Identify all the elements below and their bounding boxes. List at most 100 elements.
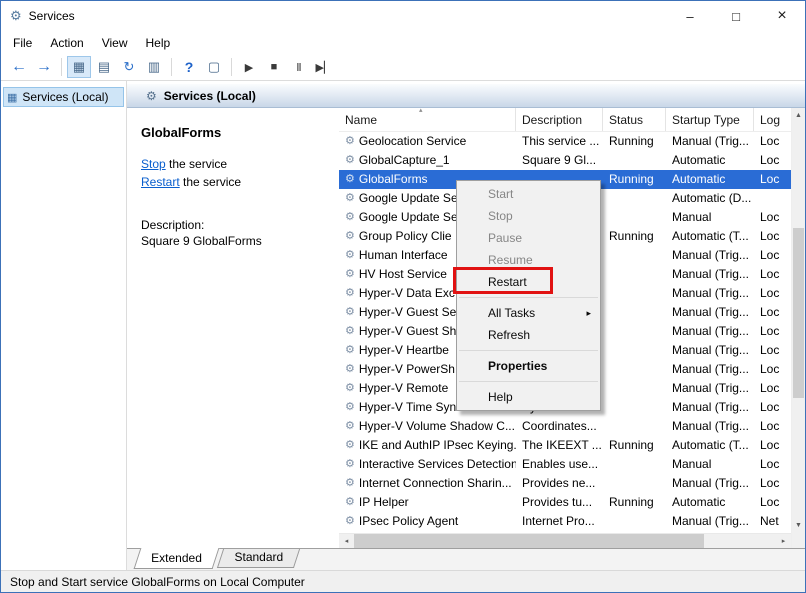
context-menu-item-refresh[interactable]: Refresh [457, 324, 600, 346]
tree-item-services-local[interactable]: ▦ Services (Local) [3, 87, 124, 107]
show-console-tree-button[interactable]: ▦ [67, 56, 91, 78]
stop-service-button[interactable]: ■ [262, 56, 286, 78]
tab-standard[interactable]: Standard [217, 549, 300, 568]
cell-startup-type: Automatic [666, 493, 754, 512]
context-menu-item-help[interactable]: Help [457, 386, 600, 408]
help-icon: ? [185, 59, 194, 75]
tab-extended[interactable]: Extended [134, 548, 220, 569]
table-row[interactable]: ⚙Geolocation ServiceThis service ...Runn… [339, 132, 791, 151]
cell-log-on-as: Loc [754, 341, 791, 360]
service-gear-icon: ⚙ [345, 170, 355, 189]
service-name-text: Hyper-V PowerSh [359, 360, 455, 379]
service-gear-icon: ⚙ [345, 512, 355, 531]
table-row[interactable]: ⚙GlobalCapture_1Square 9 Gl...AutomaticL… [339, 151, 791, 170]
service-gear-icon: ⚙ [345, 189, 355, 208]
column-header-description[interactable]: Description [516, 108, 603, 131]
horizontal-scrollbar[interactable]: ◂ ▸ [339, 533, 791, 548]
status-text: Stop and Start service GlobalForms on Lo… [10, 575, 305, 589]
refresh-button[interactable]: ↻ [117, 56, 141, 78]
restart-service-link[interactable]: Restart [141, 175, 180, 189]
service-name-text: Hyper-V Guest Sh [359, 322, 456, 341]
window-title: Services [29, 9, 75, 23]
close-button[interactable]: × [759, 1, 805, 31]
context-menu-item-properties[interactable]: Properties [457, 355, 600, 377]
vertical-scrollbar[interactable]: ▲ ▼ [791, 108, 805, 548]
cell-log-on-as: Loc [754, 170, 791, 189]
column-label: Name [345, 113, 377, 127]
cell-log-on-as: Loc [754, 493, 791, 512]
cell-status [603, 246, 666, 265]
cell-status [603, 151, 666, 170]
cell-startup-type: Manual [666, 455, 754, 474]
service-gear-icon: ⚙ [345, 322, 355, 341]
cell-startup-type: Manual (Trig... [666, 303, 754, 322]
context-menu-item-restart[interactable]: Restart [457, 271, 600, 293]
services-app-icon: ⚙ [10, 8, 22, 24]
table-row[interactable]: ⚙Hyper-V Volume Shadow C...Coordinates..… [339, 417, 791, 436]
start-service-button[interactable]: ▶ [237, 56, 261, 78]
scroll-left-icon[interactable]: ◂ [339, 534, 354, 548]
context-menu-separator [459, 381, 598, 382]
extended-view-pane: GlobalForms Stop the service Restart the… [127, 108, 339, 548]
table-row[interactable]: ⚙Interactive Services DetectionEnables u… [339, 455, 791, 474]
cell-log-on-as: Loc [754, 455, 791, 474]
service-gear-icon: ⚙ [345, 151, 355, 170]
service-gear-icon: ⚙ [345, 132, 355, 151]
cell-description: The IKEEXT ... [516, 436, 603, 455]
submenu-arrow-icon: ▸ [586, 302, 591, 324]
table-row[interactable]: ⚙IKE and AuthIP IPsec Keying...The IKEEX… [339, 436, 791, 455]
menu-action[interactable]: Action [41, 33, 92, 53]
menu-view[interactable]: View [93, 33, 137, 53]
context-menu-label: All Tasks [488, 306, 535, 320]
console-window-button[interactable]: ▢ [202, 56, 226, 78]
scroll-up-icon[interactable]: ▲ [792, 108, 805, 123]
table-row[interactable]: ⚙IP HelperProvides tu...RunningAutomatic… [339, 493, 791, 512]
service-name-text: GlobalForms [359, 170, 428, 189]
column-header-log-on-as[interactable]: Log [754, 108, 791, 131]
column-header-status[interactable]: Status [603, 108, 666, 131]
cell-log-on-as: Loc [754, 151, 791, 170]
cell-name: ⚙IPsec Policy Agent [339, 512, 516, 531]
horizontal-scroll-track[interactable] [704, 534, 776, 548]
pause-service-button[interactable]: Ⅱ [287, 56, 311, 78]
cell-startup-type: Manual [666, 208, 754, 227]
service-gear-icon: ⚙ [345, 227, 355, 246]
scroll-right-icon[interactable]: ▸ [776, 534, 791, 548]
help-button[interactable]: ? [177, 56, 201, 78]
cell-name: ⚙Internet Connection Sharin... [339, 474, 516, 493]
table-row[interactable]: ⚙IPsec Policy AgentInternet Pro...Manual… [339, 512, 791, 531]
vertical-scroll-thumb[interactable] [793, 228, 804, 398]
back-button[interactable]: ← [7, 56, 31, 78]
cell-status [603, 284, 666, 303]
menu-help[interactable]: Help [137, 33, 180, 53]
service-name-text: GlobalCapture_1 [359, 151, 450, 170]
column-header-startup-type[interactable]: Startup Type [666, 108, 754, 131]
stop-service-link[interactable]: Stop [141, 157, 166, 171]
context-menu-item-start: Start [457, 183, 600, 205]
service-gear-icon: ⚙ [345, 265, 355, 284]
maximize-button[interactable]: □ [713, 1, 759, 31]
stop-service-icon: ■ [271, 61, 278, 73]
restart-service-button[interactable]: ▶▏ [312, 56, 336, 78]
cell-log-on-as: Loc [754, 379, 791, 398]
cell-name: ⚙Interactive Services Detection [339, 455, 516, 474]
forward-icon: → [36, 58, 52, 76]
column-header-name[interactable]: Name ▴ [339, 108, 516, 131]
properties-button[interactable]: ▤ [92, 56, 116, 78]
service-gear-icon: ⚙ [345, 455, 355, 474]
horizontal-scroll-thumb[interactable] [354, 534, 704, 548]
scroll-down-icon[interactable]: ▼ [792, 518, 805, 533]
cell-status [603, 341, 666, 360]
cell-status [603, 474, 666, 493]
context-menu-item-all-tasks[interactable]: All Tasks ▸ [457, 302, 600, 324]
service-gear-icon: ⚙ [345, 493, 355, 512]
column-label: Status [609, 113, 643, 127]
column-label: Description [522, 113, 582, 127]
context-menu: StartStopPauseResumeRestartAll Tasks▸Ref… [456, 180, 601, 411]
export-list-button[interactable]: ▥ [142, 56, 166, 78]
table-row[interactable]: ⚙Internet Connection Sharin...Provides n… [339, 474, 791, 493]
cell-status [603, 417, 666, 436]
minimize-button[interactable]: – [667, 1, 713, 31]
forward-button[interactable]: → [32, 56, 56, 78]
menu-file[interactable]: File [4, 33, 41, 53]
